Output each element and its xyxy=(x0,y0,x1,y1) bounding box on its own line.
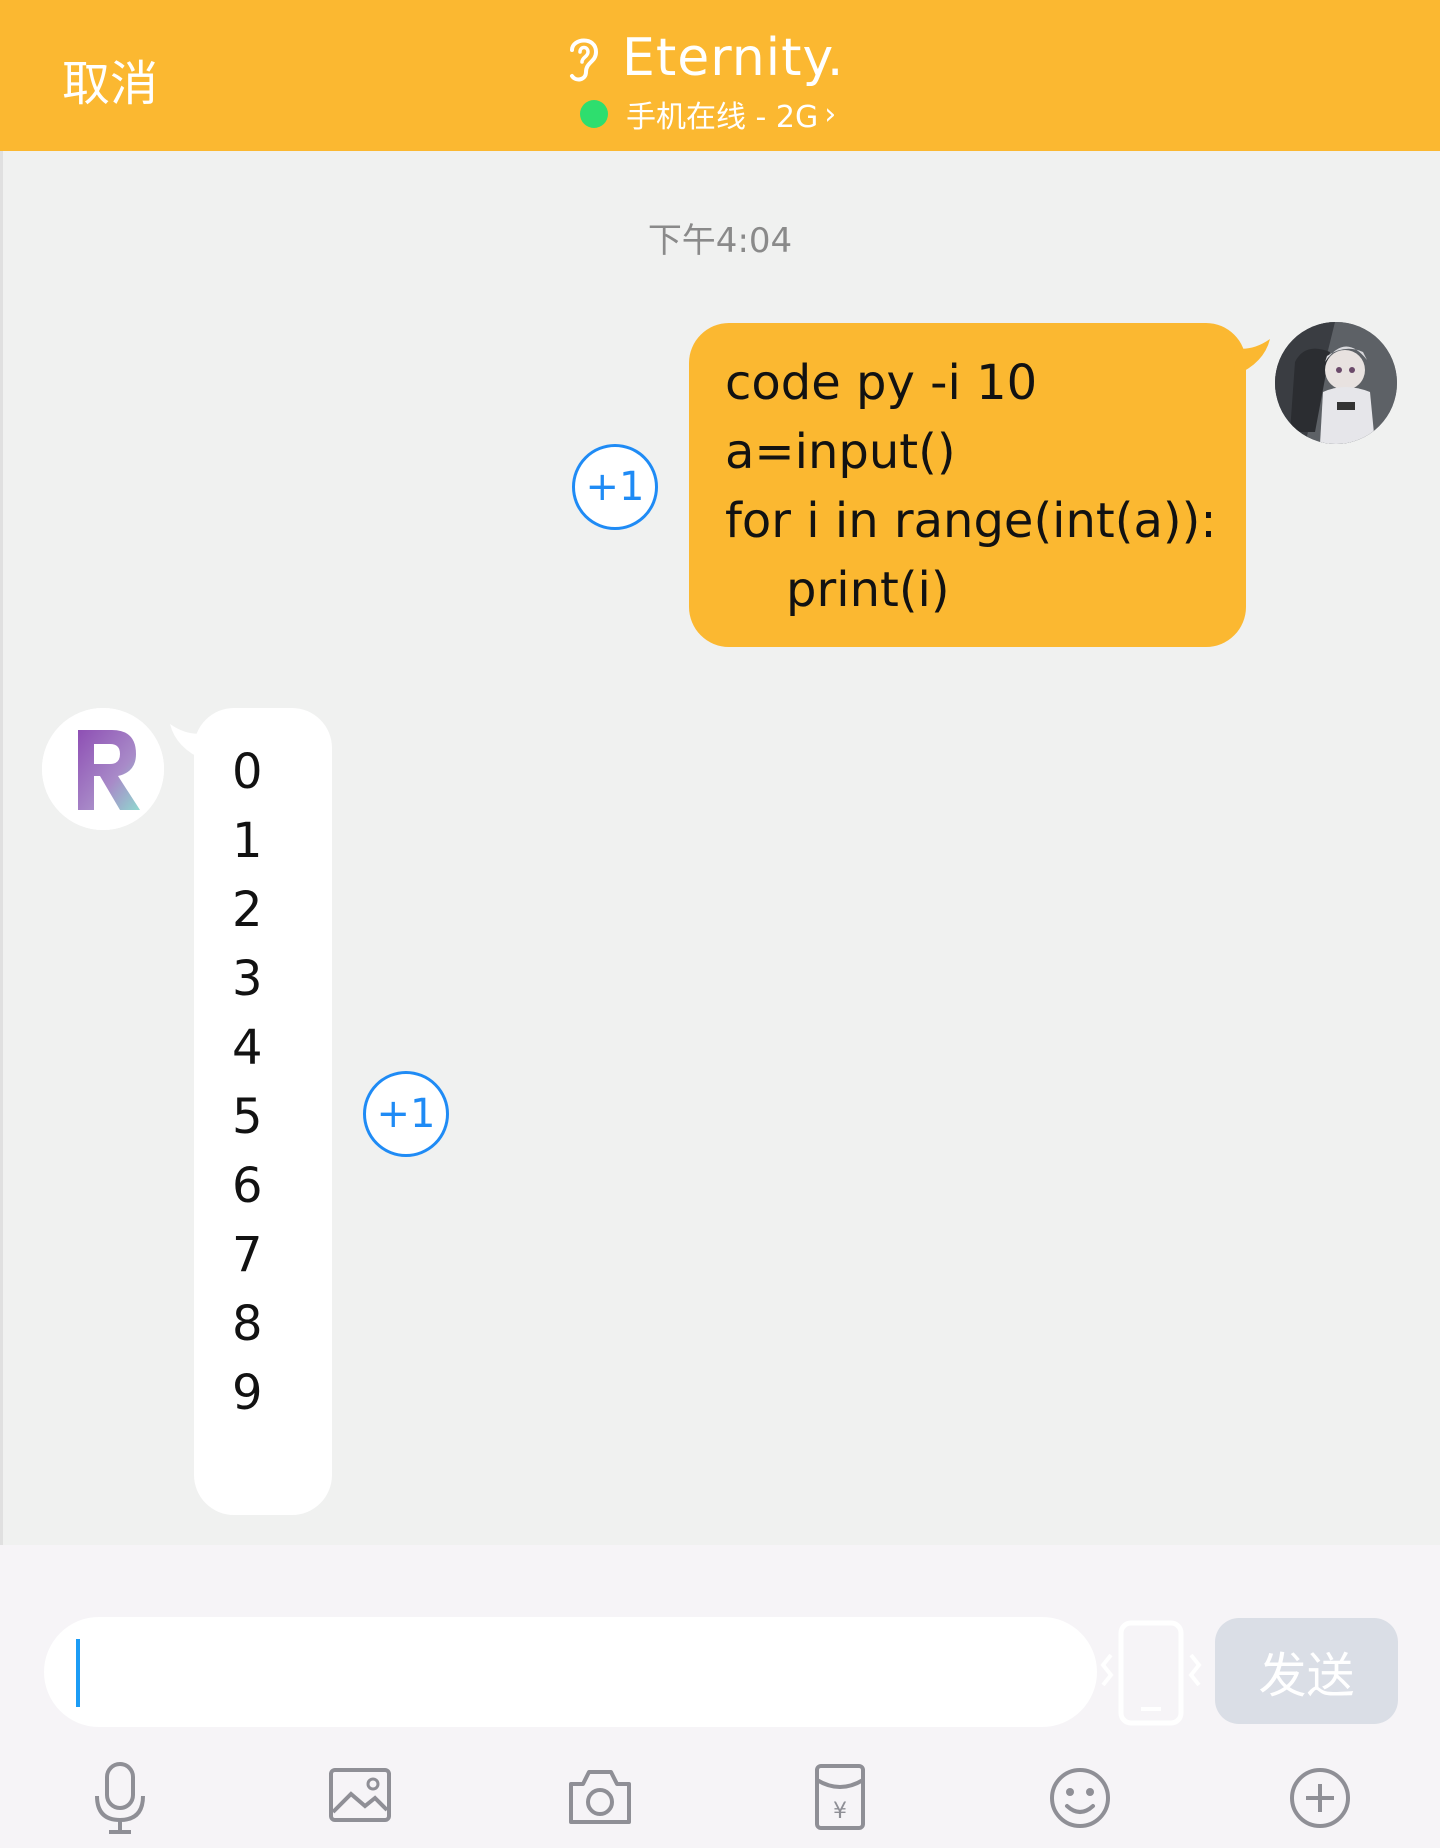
bot-avatar[interactable] xyxy=(42,708,164,830)
message-line: 4 xyxy=(232,1020,263,1076)
red-packet-icon[interactable]: ¥ xyxy=(805,1760,875,1836)
title-row[interactable]: Eternity. xyxy=(560,28,844,88)
emoji-icon[interactable] xyxy=(1045,1760,1115,1836)
message-line: 2 xyxy=(232,882,263,938)
input-toolbar: ¥ xyxy=(0,1760,1440,1848)
chat-header: 取消 Eternity. 手机在线 - 2G › xyxy=(0,0,1440,151)
microphone-icon[interactable] xyxy=(85,1760,155,1836)
camera-icon[interactable] xyxy=(565,1760,635,1836)
send-button[interactable]: 发送 xyxy=(1215,1618,1398,1724)
r-logo-icon xyxy=(42,708,164,830)
chat-title: Eternity. xyxy=(622,28,845,88)
image-icon[interactable] xyxy=(325,1760,395,1836)
bubble-tail xyxy=(170,724,210,760)
message-timestamp: 下午4:04 xyxy=(647,221,793,261)
chevron-right-icon: › xyxy=(824,96,837,132)
message-line: print(i) xyxy=(725,562,950,618)
bubble-tail xyxy=(1230,339,1270,375)
message-line: a=input() xyxy=(725,424,956,480)
plus-icon[interactable] xyxy=(1285,1760,1355,1836)
cancel-button[interactable]: 取消 xyxy=(62,44,158,114)
plus-one-button[interactable]: +1 xyxy=(363,1071,449,1157)
shake-window-icon[interactable] xyxy=(1097,1619,1205,1727)
message-line: 5 xyxy=(232,1089,263,1145)
message-line: 7 xyxy=(232,1227,263,1283)
online-dot-icon xyxy=(580,100,608,128)
message-line: 6 xyxy=(232,1158,263,1214)
message-line: 9 xyxy=(232,1365,263,1421)
message-bubble-received[interactable]: 0 1 2 3 4 5 6 7 8 9 xyxy=(170,708,332,1515)
message-line: 0 xyxy=(232,744,263,800)
message-line: 3 xyxy=(232,951,263,1007)
message-line: code py -i 10 xyxy=(725,355,1038,411)
message-line: 1 xyxy=(232,813,263,869)
message-line: 8 xyxy=(232,1296,263,1352)
message-bubble-sent[interactable]: code py -i 10 a=input() for i in range(i… xyxy=(689,323,1270,647)
svg-text:¥: ¥ xyxy=(833,1799,847,1824)
ear-icon xyxy=(570,38,599,82)
status-text: 手机在线 - 2G xyxy=(626,100,819,135)
text-caret xyxy=(76,1639,80,1707)
plus-one-button[interactable]: +1 xyxy=(572,444,658,530)
input-bar: 发送 ¥ xyxy=(0,1545,1440,1848)
message-input[interactable] xyxy=(44,1617,1097,1727)
my-avatar[interactable] xyxy=(1275,322,1397,444)
avatar-image xyxy=(1275,322,1397,444)
online-status[interactable]: 手机在线 - 2G › xyxy=(580,92,836,136)
message-line: for i in range(int(a)): xyxy=(725,493,1217,549)
